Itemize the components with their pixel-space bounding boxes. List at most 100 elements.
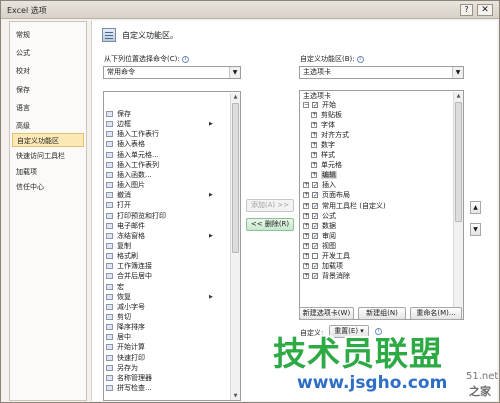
ribbon-group-node[interactable]: + 对齐方式 — [300, 131, 460, 139]
expand-icon[interactable]: + — [311, 122, 317, 129]
command-item[interactable]: 恢复 ▶ — [105, 293, 225, 301]
help-button[interactable]: ? — [460, 4, 473, 16]
command-item[interactable]: 复制 — [105, 242, 225, 250]
command-item[interactable]: 开始计算 — [105, 343, 225, 351]
expand-icon[interactable]: + — [303, 212, 309, 219]
command-item[interactable]: 格式刷 — [105, 252, 225, 260]
command-item[interactable]: 宏 — [105, 283, 225, 291]
tab-checkbox[interactable]: ✓ — [312, 262, 318, 269]
command-item[interactable]: 插入工作表行 — [105, 130, 225, 138]
ribbon-group-node[interactable]: + 样式 — [300, 151, 460, 159]
expand-icon[interactable]: + — [303, 222, 309, 229]
add-button[interactable]: 添加(A) >> — [246, 199, 294, 212]
tab-checkbox[interactable]: ✓ — [312, 242, 318, 249]
command-item[interactable]: 居中 — [105, 333, 225, 341]
tab-checkbox[interactable]: ✓ — [312, 202, 318, 209]
command-item[interactable]: 名称管理器 — [105, 374, 225, 382]
ribbon-tab-node[interactable]: + 开发工具 — [300, 252, 460, 260]
command-item[interactable]: 电子邮件 — [105, 222, 225, 230]
tab-checkbox[interactable]: ✓ — [312, 182, 318, 189]
command-item[interactable]: 插入图片 — [105, 181, 225, 189]
scroll-down-icon[interactable]: ▼ — [231, 392, 240, 400]
expand-icon[interactable]: + — [311, 132, 317, 139]
expand-icon[interactable]: + — [303, 192, 309, 199]
tab-checkbox[interactable]: ✓ — [312, 222, 318, 229]
sidebar-item[interactable]: 加载项 — [12, 165, 84, 179]
command-item[interactable]: 边框 ▶ — [105, 120, 225, 128]
commands-scrollbar[interactable]: ▲ ▼ — [230, 93, 240, 400]
command-item[interactable]: 冻结窗格 ▶ — [105, 232, 225, 240]
ribbon-tab-node[interactable]: + ✓ 数据 — [300, 222, 460, 230]
expand-icon[interactable]: + — [303, 232, 309, 239]
remove-button[interactable]: << 删除(R) — [246, 218, 294, 231]
command-item[interactable]: 降序排序 — [105, 323, 225, 331]
sidebar-item[interactable]: 公式 — [12, 46, 84, 60]
ribbon-group-node[interactable]: + 编辑 — [300, 171, 460, 180]
choose-commands-dropdown[interactable]: 常用命令 ▼ — [103, 66, 241, 79]
tab-checkbox[interactable] — [312, 252, 318, 259]
tab-checkbox[interactable]: ✓ — [312, 272, 318, 279]
ribbon-group-node[interactable]: + 单元格 — [300, 161, 460, 169]
expand-icon[interactable]: + — [303, 202, 309, 209]
new-group-button[interactable]: 新建组(N) — [358, 307, 406, 320]
ribbon-tree[interactable]: 主选项卡 − ✓ 开始 + 剪贴板 + 字体 + 对齐方式 + 数字 + 样式 + 单元格 + 编辑 + ✓ 插入 + ✓… — [299, 90, 464, 320]
command-item[interactable]: 减小字号 — [105, 303, 225, 311]
command-item[interactable]: 插入工作表列 — [105, 161, 225, 169]
expand-icon[interactable]: + — [311, 112, 317, 119]
sidebar-item[interactable]: 高级 — [12, 119, 84, 133]
expand-icon[interactable]: + — [311, 162, 317, 169]
command-item[interactable]: 打印预览和打印 — [105, 212, 225, 220]
ribbon-tab-node[interactable]: + ✓ 审阅 — [300, 232, 460, 240]
command-item[interactable]: 拼写检查... — [105, 384, 225, 392]
sidebar-item[interactable]: 自定义功能区 — [12, 133, 84, 147]
tab-checkbox[interactable]: ✓ — [312, 192, 318, 199]
sidebar-item[interactable]: 校对 — [12, 64, 84, 78]
ribbon-tab-node[interactable]: − ✓ 开始 — [300, 101, 460, 109]
tree-scrollbar[interactable]: ▲▼ — [453, 92, 463, 319]
chevron-down-icon[interactable]: ▼ — [229, 67, 240, 78]
move-down-button[interactable]: ▼ — [470, 223, 481, 236]
command-item[interactable]: 工作簿连接 — [105, 262, 225, 270]
command-item[interactable]: 打开 — [105, 201, 225, 209]
sidebar-item[interactable]: 快速访问工具栏 — [12, 149, 84, 163]
collapse-icon[interactable]: − — [303, 102, 309, 108]
command-item[interactable]: 另存为 — [105, 364, 225, 372]
ribbon-tab-node[interactable]: + ✓ 背景消除 — [300, 272, 460, 280]
ribbon-group-node[interactable]: + 剪贴板 — [300, 111, 460, 119]
ribbon-tab-node[interactable]: + ✓ 视图 — [300, 242, 460, 250]
ribbon-tab-node[interactable]: + ✓ 公式 — [300, 212, 460, 220]
sidebar-item[interactable]: 保存 — [12, 83, 84, 97]
tab-checkbox[interactable]: ✓ — [312, 232, 318, 239]
commands-list[interactable]: ▲ ▼ 保存边框 ▶ 插入工作表行 插入表格插入单元格... 插入工作表列 插入函数...… — [103, 91, 241, 401]
command-item[interactable]: 剪切 — [105, 313, 225, 321]
new-tab-button[interactable]: 新建选项卡(W) — [299, 307, 354, 320]
scroll-up-icon[interactable]: ▲ — [454, 92, 463, 101]
close-button[interactable]: ✕ — [477, 4, 493, 16]
ribbon-group-node[interactable]: + 字体 — [300, 121, 460, 129]
scroll-thumb[interactable] — [455, 102, 462, 222]
expand-icon[interactable]: + — [311, 152, 317, 159]
tab-checkbox[interactable]: ✓ — [312, 102, 318, 109]
command-item[interactable]: 插入函数... — [105, 171, 225, 179]
expand-icon[interactable]: + — [311, 142, 317, 149]
expand-icon[interactable]: + — [303, 182, 309, 189]
command-item[interactable]: 插入表格 — [105, 140, 225, 148]
expand-icon[interactable]: + — [303, 252, 309, 259]
ribbon-group-node[interactable]: + 数字 — [300, 141, 460, 149]
move-up-button[interactable]: ▲ — [470, 201, 481, 214]
ribbon-tab-node[interactable]: + ✓ 常用工具栏 (自定义) — [300, 202, 460, 210]
scroll-up-icon[interactable]: ▲ — [231, 93, 240, 102]
chevron-down-icon[interactable]: ▼ — [452, 67, 463, 78]
command-item[interactable]: 插入单元格... — [105, 151, 225, 159]
ribbon-tab-node[interactable]: + ✓ 插入 — [300, 181, 460, 189]
command-item[interactable]: 保存 — [105, 110, 225, 118]
sidebar-item[interactable]: 常规 — [12, 28, 84, 42]
sidebar-item[interactable]: 语言 — [12, 101, 84, 115]
scroll-thumb[interactable] — [232, 103, 239, 253]
rename-button[interactable]: 重命名(M)... — [410, 307, 462, 320]
command-item[interactable]: 快速打印 — [105, 354, 225, 362]
sidebar-item[interactable]: 信任中心 — [12, 180, 84, 194]
ribbon-tabs-dropdown[interactable]: 主选项卡 ▼ — [299, 66, 464, 79]
expand-icon[interactable]: + — [303, 242, 309, 249]
ribbon-tab-node[interactable]: + ✓ 加载项 — [300, 262, 460, 270]
